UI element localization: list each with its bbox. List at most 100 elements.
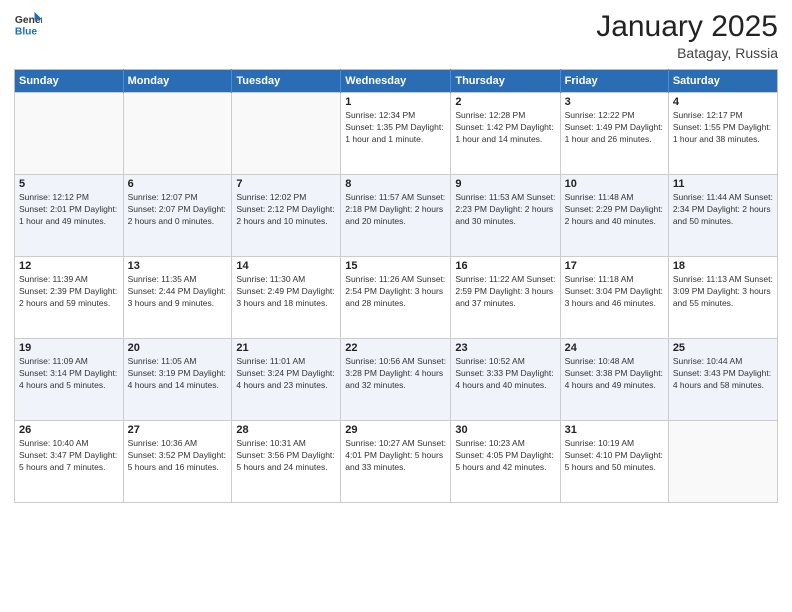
page-header: General Blue January 2025 Batagay, Russi… bbox=[14, 10, 778, 61]
day-info: Sunrise: 12:34 PM Sunset: 1:35 PM Daylig… bbox=[345, 110, 446, 146]
day-number: 7 bbox=[236, 178, 336, 190]
day-info: Sunrise: 11:26 AM Sunset: 2:54 PM Daylig… bbox=[345, 274, 446, 310]
table-row: 31 Sunrise: 10:19 AM Sunset: 4:10 PM Dayl… bbox=[560, 421, 668, 503]
day-number: 22 bbox=[345, 342, 446, 354]
day-info: Sunrise: 10:36 AM Sunset: 3:52 PM Daylig… bbox=[128, 438, 228, 474]
col-monday: Monday bbox=[123, 70, 232, 93]
table-row: 20 Sunrise: 11:05 AM Sunset: 3:19 PM Dayl… bbox=[123, 339, 232, 421]
day-number: 3 bbox=[565, 96, 664, 108]
day-info: Sunrise: 10:48 AM Sunset: 3:38 PM Daylig… bbox=[565, 356, 664, 392]
day-number: 2 bbox=[455, 96, 555, 108]
day-number: 4 bbox=[673, 96, 773, 108]
table-row: 6Sunrise: 12:07 PM Sunset: 2:07 PM Dayli… bbox=[123, 175, 232, 257]
table-row: 19Sunrise: 11:09 AM Sunset: 3:14 PM Dayl… bbox=[15, 339, 124, 421]
day-info: Sunrise: 12:12 PM Sunset: 2:01 PM Daylig… bbox=[19, 192, 119, 228]
calendar-header-row: Sunday Monday Tuesday Wednesday Thursday… bbox=[15, 70, 778, 93]
day-number: 12 bbox=[19, 260, 119, 272]
day-info: Sunrise: 11:13 AM Sunset: 3:09 PM Daylig… bbox=[673, 274, 773, 310]
day-info: Sunrise: 11:22 AM Sunset: 2:59 PM Daylig… bbox=[455, 274, 555, 310]
day-number: 11 bbox=[673, 178, 773, 190]
day-number: 25 bbox=[673, 342, 773, 354]
day-info: Sunrise: 11:18 AM Sunset: 3:04 PM Daylig… bbox=[565, 274, 664, 310]
table-row: 9Sunrise: 11:53 AM Sunset: 2:23 PM Dayli… bbox=[451, 175, 560, 257]
day-number: 23 bbox=[455, 342, 555, 354]
month-title: January 2025 bbox=[596, 10, 778, 43]
table-row: 30Sunrise: 10:23 AM Sunset: 4:05 PM Dayl… bbox=[451, 421, 560, 503]
table-row bbox=[668, 421, 777, 503]
logo-icon: General Blue bbox=[14, 10, 42, 38]
table-row: 14 Sunrise: 11:30 AM Sunset: 2:49 PM Dayl… bbox=[232, 257, 341, 339]
day-number: 24 bbox=[565, 342, 664, 354]
day-info: Sunrise: 10:44 AM Sunset: 3:43 PM Daylig… bbox=[673, 356, 773, 392]
table-row: 29 Sunrise: 10:27 AM Sunset: 4:01 PM Dayl… bbox=[341, 421, 451, 503]
table-row bbox=[123, 93, 232, 175]
title-block: January 2025 Batagay, Russia bbox=[596, 10, 778, 61]
table-row: 4 Sunrise: 12:17 PM Sunset: 1:55 PM Dayli… bbox=[668, 93, 777, 175]
table-row: 1 Sunrise: 12:34 PM Sunset: 1:35 PM Dayli… bbox=[341, 93, 451, 175]
col-thursday: Thursday bbox=[451, 70, 560, 93]
day-number: 8 bbox=[345, 178, 446, 190]
day-number: 31 bbox=[565, 424, 664, 436]
col-wednesday: Wednesday bbox=[341, 70, 451, 93]
day-info: Sunrise: 11:57 AM Sunset: 2:18 PM Daylig… bbox=[345, 192, 446, 228]
day-number: 27 bbox=[128, 424, 228, 436]
table-row: 22 Sunrise: 10:56 AM Sunset: 3:28 PM Dayl… bbox=[341, 339, 451, 421]
table-row bbox=[232, 93, 341, 175]
day-info: Sunrise: 12:28 PM Sunset: 1:42 PM Daylig… bbox=[455, 110, 555, 146]
day-number: 5 bbox=[19, 178, 119, 190]
day-info: Sunrise: 12:17 PM Sunset: 1:55 PM Daylig… bbox=[673, 110, 773, 146]
day-number: 17 bbox=[565, 260, 664, 272]
table-row: 11 Sunrise: 11:44 AM Sunset: 2:34 PM Dayl… bbox=[668, 175, 777, 257]
day-info: Sunrise: 10:23 AM Sunset: 4:05 PM Daylig… bbox=[455, 438, 555, 474]
day-number: 29 bbox=[345, 424, 446, 436]
day-info: Sunrise: 10:56 AM Sunset: 3:28 PM Daylig… bbox=[345, 356, 446, 392]
day-number: 18 bbox=[673, 260, 773, 272]
table-row: 28Sunrise: 10:31 AM Sunset: 3:56 PM Dayl… bbox=[232, 421, 341, 503]
table-row: 5 Sunrise: 12:12 PM Sunset: 2:01 PM Dayli… bbox=[15, 175, 124, 257]
day-info: Sunrise: 11:39 AM Sunset: 2:39 PM Daylig… bbox=[19, 274, 119, 310]
day-info: Sunrise: 10:40 AM Sunset: 3:47 PM Daylig… bbox=[19, 438, 119, 474]
day-number: 21 bbox=[236, 342, 336, 354]
table-row: 21 Sunrise: 11:01 AM Sunset: 3:24 PM Dayl… bbox=[232, 339, 341, 421]
day-number: 15 bbox=[345, 260, 446, 272]
table-row: 15 Sunrise: 11:26 AM Sunset: 2:54 PM Dayl… bbox=[341, 257, 451, 339]
table-row: 13 Sunrise: 11:35 AM Sunset: 2:44 PM Dayl… bbox=[123, 257, 232, 339]
table-row: 8 Sunrise: 11:57 AM Sunset: 2:18 PM Dayli… bbox=[341, 175, 451, 257]
table-row: 18 Sunrise: 11:13 AM Sunset: 3:09 PM Dayl… bbox=[668, 257, 777, 339]
day-info: Sunrise: 12:02 PM Sunset: 2:12 PM Daylig… bbox=[236, 192, 336, 228]
logo: General Blue bbox=[14, 10, 42, 38]
table-row: 24 Sunrise: 10:48 AM Sunset: 3:38 PM Dayl… bbox=[560, 339, 668, 421]
table-row: 2 Sunrise: 12:28 PM Sunset: 1:42 PM Dayli… bbox=[451, 93, 560, 175]
location: Batagay, Russia bbox=[596, 45, 778, 61]
day-number: 14 bbox=[236, 260, 336, 272]
table-row: 27 Sunrise: 10:36 AM Sunset: 3:52 PM Dayl… bbox=[123, 421, 232, 503]
calendar-table: Sunday Monday Tuesday Wednesday Thursday… bbox=[14, 69, 778, 503]
day-info: Sunrise: 10:19 AM Sunset: 4:10 PM Daylig… bbox=[565, 438, 664, 474]
col-tuesday: Tuesday bbox=[232, 70, 341, 93]
table-row: 10 Sunrise: 11:48 AM Sunset: 2:29 PM Dayl… bbox=[560, 175, 668, 257]
day-info: Sunrise: 10:52 AM Sunset: 3:33 PM Daylig… bbox=[455, 356, 555, 392]
day-info: Sunrise: 11:01 AM Sunset: 3:24 PM Daylig… bbox=[236, 356, 336, 392]
day-info: Sunrise: 11:35 AM Sunset: 2:44 PM Daylig… bbox=[128, 274, 228, 310]
day-number: 16 bbox=[455, 260, 555, 272]
table-row: 26 Sunrise: 10:40 AM Sunset: 3:47 PM Dayl… bbox=[15, 421, 124, 503]
day-info: Sunrise: 11:05 AM Sunset: 3:19 PM Daylig… bbox=[128, 356, 228, 392]
table-row: 7 Sunrise: 12:02 PM Sunset: 2:12 PM Dayli… bbox=[232, 175, 341, 257]
day-info: Sunrise: 11:44 AM Sunset: 2:34 PM Daylig… bbox=[673, 192, 773, 228]
day-number: 26 bbox=[19, 424, 119, 436]
day-number: 10 bbox=[565, 178, 664, 190]
col-saturday: Saturday bbox=[668, 70, 777, 93]
table-row: 17 Sunrise: 11:18 AM Sunset: 3:04 PM Dayl… bbox=[560, 257, 668, 339]
day-info: Sunrise: 10:27 AM Sunset: 4:01 PM Daylig… bbox=[345, 438, 446, 474]
day-info: Sunrise: 12:22 PM Sunset: 1:49 PM Daylig… bbox=[565, 110, 664, 146]
day-info: Sunrise: 11:48 AM Sunset: 2:29 PM Daylig… bbox=[565, 192, 664, 228]
day-number: 9 bbox=[455, 178, 555, 190]
table-row bbox=[15, 93, 124, 175]
day-info: Sunrise: 11:30 AM Sunset: 2:49 PM Daylig… bbox=[236, 274, 336, 310]
day-number: 20 bbox=[128, 342, 228, 354]
table-row: 16 Sunrise: 11:22 AM Sunset: 2:59 PM Dayl… bbox=[451, 257, 560, 339]
day-number: 13 bbox=[128, 260, 228, 272]
day-number: 1 bbox=[345, 96, 446, 108]
col-sunday: Sunday bbox=[15, 70, 124, 93]
table-row: 3 Sunrise: 12:22 PM Sunset: 1:49 PM Dayli… bbox=[560, 93, 668, 175]
